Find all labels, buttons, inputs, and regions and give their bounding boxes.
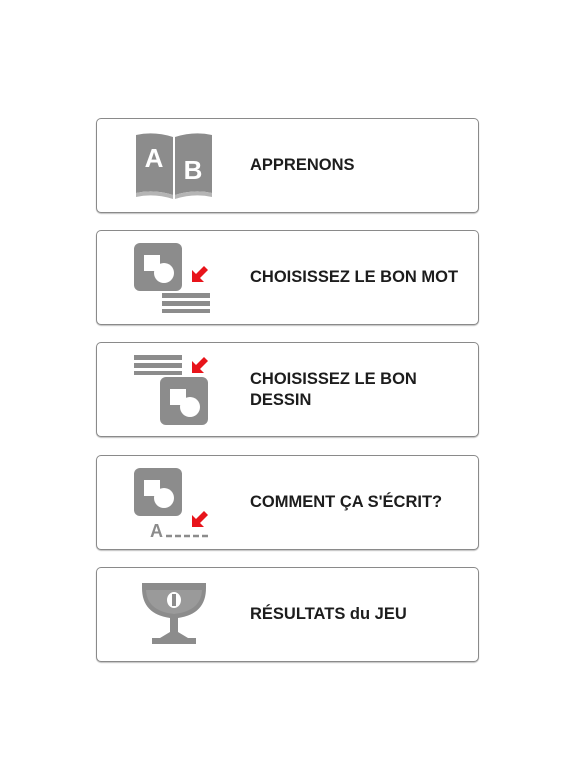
word-to-picture-icon bbox=[134, 355, 214, 425]
choose-picture-button[interactable]: CHOISISSEZ LE BON DESSIN bbox=[96, 342, 479, 437]
spelling-button[interactable]: A COMMENT ÇA S'ÉCRIT? bbox=[96, 455, 479, 550]
choose-picture-label: CHOISISSEZ LE BON DESSIN bbox=[250, 369, 417, 409]
trophy-cup-icon bbox=[134, 580, 214, 650]
apprenons-button[interactable]: A B APPRENONS bbox=[96, 118, 479, 213]
apprenons-label: APPRENONS bbox=[250, 156, 355, 174]
picture-to-word-icon bbox=[134, 243, 214, 313]
spelling-letter: A bbox=[150, 521, 163, 538]
book-letter-b: B bbox=[184, 155, 203, 185]
book-ab-icon: A B bbox=[134, 131, 214, 201]
spelling-icon: A bbox=[134, 468, 214, 538]
book-letter-a: A bbox=[145, 143, 164, 173]
spelling-label: COMMENT ÇA S'ÉCRIT? bbox=[250, 493, 443, 511]
choose-word-button[interactable]: CHOISISSEZ LE BON MOT bbox=[96, 230, 479, 325]
results-button[interactable]: RÉSULTATS du JEU bbox=[96, 567, 479, 662]
results-label: RÉSULTATS du JEU bbox=[250, 605, 407, 623]
choose-word-label: CHOISISSEZ LE BON MOT bbox=[250, 268, 459, 286]
